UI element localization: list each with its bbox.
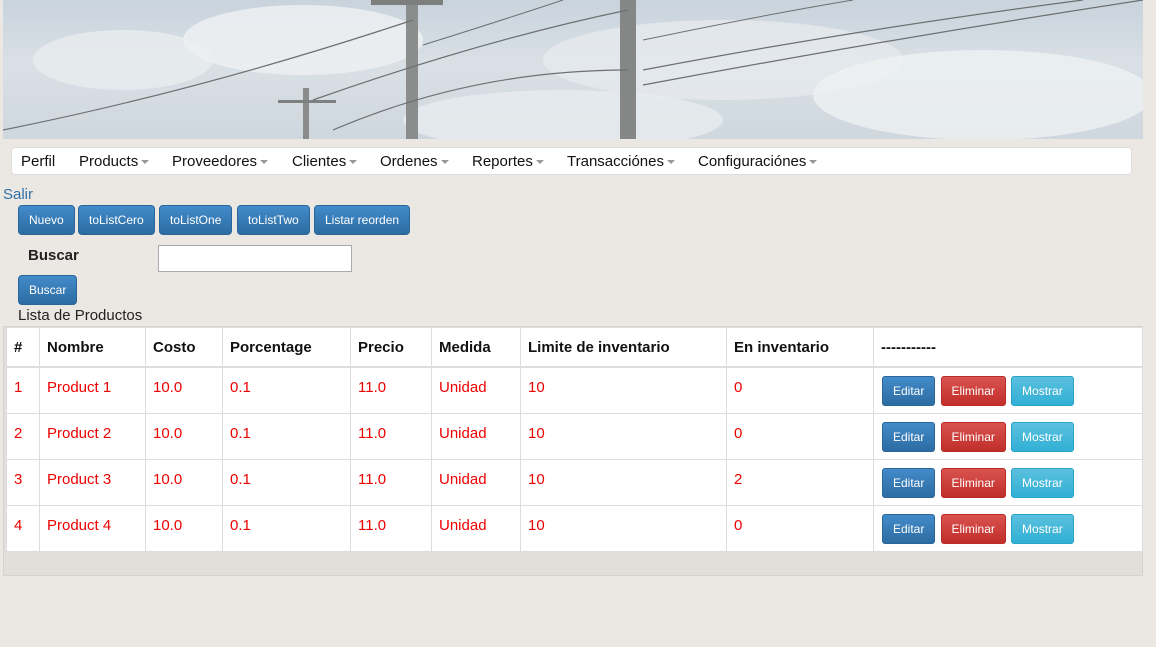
nav-item-transacciones[interactable]: Transacciónes xyxy=(567,153,675,170)
show-button[interactable]: Mostrar xyxy=(1011,513,1074,544)
search-input[interactable] xyxy=(158,245,352,272)
row-actions: Editar Eliminar Mostrar xyxy=(873,412,1143,460)
table-row: 3 Product 3 10.0 0.1 11.0 Unidad 10 2 Ed… xyxy=(6,458,1143,506)
table-cell: 10 xyxy=(520,366,727,414)
table-cell: 0.1 xyxy=(222,366,351,414)
row-actions: Editar Eliminar Mostrar xyxy=(873,458,1143,506)
table-cell: Product 1 xyxy=(39,366,146,414)
products-table: # Nombre Costo Porcentage Precio Medida … xyxy=(6,327,1143,552)
table-cell: 0.1 xyxy=(222,412,351,460)
table-cell: 2 xyxy=(6,412,40,460)
table-header-row: # Nombre Costo Porcentage Precio Medida … xyxy=(6,327,1143,368)
caret-down-icon xyxy=(440,160,449,165)
table-row: 4 Product 4 10.0 0.1 11.0 Unidad 10 0 Ed… xyxy=(6,504,1143,552)
table-cell: 1 xyxy=(6,366,40,414)
delete-button[interactable]: Eliminar xyxy=(940,421,1006,452)
to-list-two-button[interactable]: toListTwo xyxy=(237,205,310,235)
caret-down-icon xyxy=(535,160,544,165)
nav-label: Clientes xyxy=(292,153,347,170)
nav-label: Proveedores xyxy=(172,153,258,170)
column-header: # xyxy=(6,327,40,368)
edit-button[interactable]: Editar xyxy=(882,513,936,544)
table-cell: 0 xyxy=(726,504,874,552)
header-banner-image xyxy=(3,0,1143,139)
delete-button[interactable]: Eliminar xyxy=(940,513,1006,544)
table-cell: 4 xyxy=(6,504,40,552)
column-header: Porcentage xyxy=(222,327,351,368)
nav-label: Perfil xyxy=(21,153,56,170)
table-cell: 0.1 xyxy=(222,458,351,506)
nav-label: Ordenes xyxy=(380,153,438,170)
caret-down-icon xyxy=(260,160,269,165)
table-cell: 0 xyxy=(726,366,874,414)
table-cell: 10.0 xyxy=(145,458,223,506)
table-row: 2 Product 2 10.0 0.1 11.0 Unidad 10 0 Ed… xyxy=(6,412,1143,460)
table-cell: 0 xyxy=(726,412,874,460)
table-cell: Unidad xyxy=(431,458,521,506)
column-header: ----------- xyxy=(873,327,1143,368)
table-cell: 10 xyxy=(520,412,727,460)
salir-link[interactable]: Salir xyxy=(3,186,33,203)
show-button[interactable]: Mostrar xyxy=(1011,421,1074,452)
nav-item-ordenes[interactable]: Ordenes xyxy=(380,153,449,170)
search-label: Buscar xyxy=(28,247,79,264)
listar-reorden-button[interactable]: Listar reorden xyxy=(314,205,411,235)
edit-button[interactable]: Editar xyxy=(882,467,936,498)
delete-button[interactable]: Eliminar xyxy=(940,376,1006,406)
table-cell: Unidad xyxy=(431,412,521,460)
nav-item-products[interactable]: Products xyxy=(79,153,150,170)
edit-button[interactable]: Editar xyxy=(882,376,936,406)
table-cell: 0.1 xyxy=(222,504,351,552)
table-cell: 11.0 xyxy=(350,458,432,506)
table-cell: 11.0 xyxy=(350,504,432,552)
nav-item-reportes[interactable]: Reportes xyxy=(472,153,544,170)
table-cell: 2 xyxy=(726,458,874,506)
nav-item-clientes[interactable]: Clientes xyxy=(292,153,358,170)
products-table-panel: # Nombre Costo Porcentage Precio Medida … xyxy=(3,326,1143,576)
table-cell: 11.0 xyxy=(350,412,432,460)
caret-down-icon xyxy=(141,160,150,165)
search-button[interactable]: Buscar xyxy=(18,275,78,305)
table-cell: Unidad xyxy=(431,366,521,414)
column-header: Precio xyxy=(350,327,432,368)
table-cell: 3 xyxy=(6,458,40,506)
column-header: Medida xyxy=(431,327,521,368)
to-list-one-button[interactable]: toListOne xyxy=(159,205,233,235)
nav-label: Reportes xyxy=(472,153,533,170)
nuevo-button[interactable]: Nuevo xyxy=(18,205,75,235)
table-cell: 10.0 xyxy=(145,504,223,552)
show-button[interactable]: Mostrar xyxy=(1011,467,1074,498)
nav-label: Configuraciónes xyxy=(698,153,807,170)
table-cell: Product 4 xyxy=(39,504,146,552)
caret-down-icon xyxy=(809,160,818,165)
nav-item-perfil[interactable]: Perfil xyxy=(21,153,55,170)
edit-button[interactable]: Editar xyxy=(882,421,936,452)
table-row: 1 Product 1 10.0 0.1 11.0 Unidad 10 0 Ed… xyxy=(6,366,1143,414)
table-cell: 10 xyxy=(520,458,727,506)
row-actions: Editar Eliminar Mostrar xyxy=(873,504,1143,552)
caret-down-icon xyxy=(667,160,675,165)
table-cell: 10 xyxy=(520,504,727,552)
nav-item-configuraciones[interactable]: Configuraciónes xyxy=(698,153,818,170)
caret-down-icon xyxy=(349,160,358,165)
main-navbar: Perfil Products Proveedores Clientes Ord… xyxy=(11,147,1132,175)
column-header: Limite de inventario xyxy=(520,327,727,368)
to-list-cero-button[interactable]: toListCero xyxy=(78,205,155,235)
column-header: En inventario xyxy=(726,327,874,368)
table-cell: Product 3 xyxy=(39,458,146,506)
table-cell: Unidad xyxy=(431,504,521,552)
show-button[interactable]: Mostrar xyxy=(1011,376,1074,406)
row-actions: Editar Eliminar Mostrar xyxy=(873,366,1143,414)
table-cell: 10.0 xyxy=(145,366,223,414)
table-cell: 11.0 xyxy=(350,366,432,414)
list-title: Lista de Productos xyxy=(18,307,143,324)
delete-button[interactable]: Eliminar xyxy=(940,467,1006,498)
column-header: Nombre xyxy=(39,327,146,368)
nav-label: Products xyxy=(79,153,139,170)
column-header: Costo xyxy=(145,327,223,368)
table-cell: Product 2 xyxy=(39,412,146,460)
table-cell: 10.0 xyxy=(145,412,223,460)
nav-item-proveedores[interactable]: Proveedores xyxy=(172,153,269,170)
nav-label: Transacciónes xyxy=(567,153,664,170)
